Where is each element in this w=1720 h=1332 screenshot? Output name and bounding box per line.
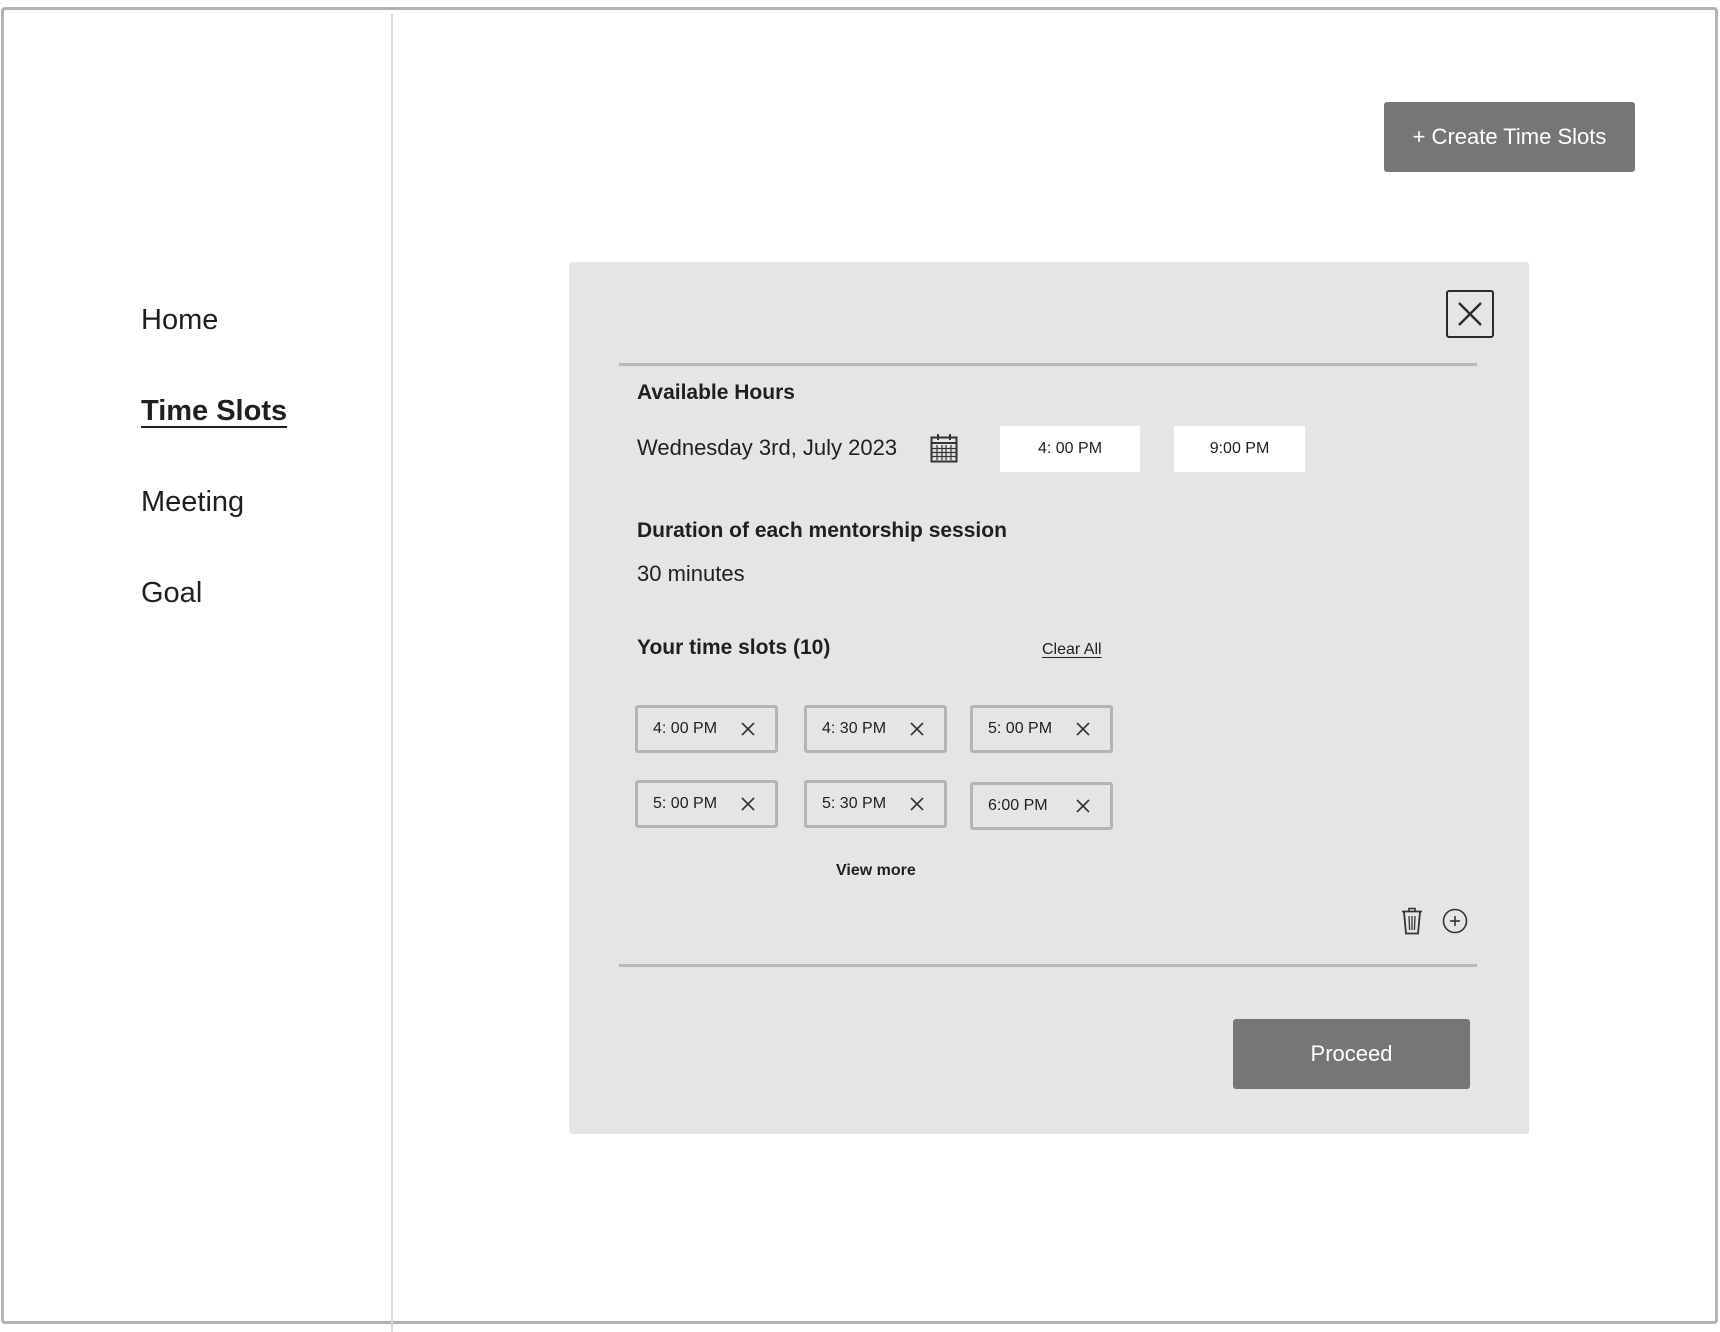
modal-top-divider — [619, 363, 1477, 366]
sidebar-item-meeting[interactable]: Meeting — [141, 486, 244, 519]
remove-slot-icon[interactable] — [910, 797, 924, 811]
clear-all-link[interactable]: Clear All — [1042, 641, 1102, 659]
trash-icon[interactable] — [1401, 907, 1423, 935]
remove-slot-icon[interactable] — [741, 797, 755, 811]
time-slot-label: 4: 00 PM — [653, 720, 718, 737]
sidebar-item-goal[interactable]: Goal — [141, 577, 202, 610]
view-more-link[interactable]: View more — [836, 862, 916, 880]
time-slot-label: 5: 00 PM — [653, 795, 718, 812]
duration-title: Duration of each mentorship session — [637, 519, 1007, 542]
time-slot-chip[interactable]: 6:00 PM — [970, 782, 1113, 830]
close-icon — [1458, 302, 1482, 326]
close-modal-button[interactable] — [1446, 290, 1494, 338]
remove-slot-icon[interactable] — [741, 722, 755, 736]
sidebar-divider — [391, 14, 393, 1332]
time-slot-chip[interactable]: 5: 00 PM — [970, 705, 1113, 753]
modal-bottom-divider — [619, 964, 1477, 967]
selected-date: Wednesday 3rd, July 2023 — [637, 435, 898, 460]
remove-slot-icon[interactable] — [910, 722, 924, 736]
remove-slot-icon[interactable] — [1076, 722, 1090, 736]
duration-value: 30 minutes — [637, 561, 745, 586]
time-slot-chip[interactable]: 5: 00 PM — [635, 780, 778, 828]
time-slot-chip[interactable]: 5: 30 PM — [804, 780, 947, 828]
time-slot-label: 5: 30 PM — [822, 795, 887, 812]
time-slot-chip[interactable]: 4: 30 PM — [804, 705, 947, 753]
time-slot-chip[interactable]: 4: 00 PM — [635, 705, 778, 753]
time-slot-label: 6:00 PM — [988, 797, 1048, 814]
plus-circle-icon[interactable] — [1442, 908, 1468, 934]
time-slot-label: 5: 00 PM — [988, 720, 1053, 737]
start-time-input[interactable] — [1000, 426, 1140, 472]
sidebar-item-home[interactable]: Home — [141, 304, 218, 337]
remove-slot-icon[interactable] — [1076, 799, 1090, 813]
time-slot-label: 4: 30 PM — [822, 720, 887, 737]
time-slots-modal: Available Hours Wednesday 3rd, July 2023… — [569, 262, 1529, 1134]
create-time-slots-button[interactable]: + Create Time Slots — [1384, 102, 1635, 172]
proceed-button[interactable]: Proceed — [1233, 1019, 1470, 1089]
calendar-icon[interactable] — [930, 433, 958, 463]
available-hours-title: Available Hours — [637, 381, 795, 404]
end-time-input[interactable] — [1174, 426, 1305, 472]
time-slots-title: Your time slots (10) — [637, 636, 831, 659]
sidebar-item-time-slots[interactable]: Time Slots — [141, 395, 287, 428]
